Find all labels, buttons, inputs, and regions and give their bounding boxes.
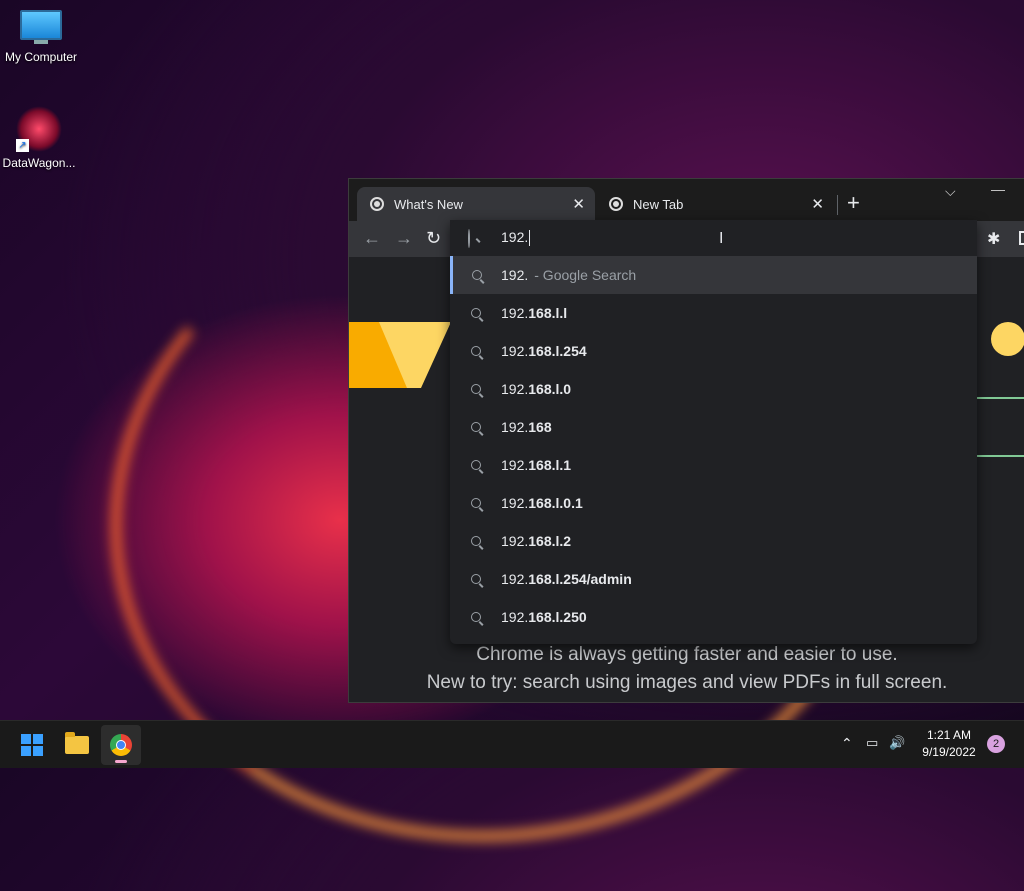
suggestion-text: 192.168.l.0 [501,381,572,397]
omnibox-suggestion[interactable]: 192.168.l.254 [450,332,977,370]
forward-button[interactable]: → [395,228,413,249]
search-icon [450,460,501,470]
search-icon [450,536,501,546]
search-icon [450,612,501,622]
chrome-favicon-icon [370,197,384,211]
taskbar: ⌃ ▭ 🔊 1:21 AM 9/19/2022 [0,720,1024,768]
tab-close-icon[interactable]: ✕ [811,195,824,213]
tray-overflow-chevron-icon[interactable]: ⌃ [841,735,853,752]
promo-illustration [349,322,451,388]
suggestion-text: 192.168.l.2 [501,533,572,549]
tab-title: What's New [394,196,463,212]
suggestion-text: 192.168.l.250 [501,609,587,625]
text-cursor-icon: I [719,230,724,247]
search-icon [453,270,501,280]
chrome-icon [110,734,132,756]
desktop-icon-label: DataWagon... [2,156,76,170]
minimize-button[interactable]: — [991,181,1005,197]
whats-new-text: Chrome is always getting faster and easi… [349,641,1024,697]
chrome-taskbar-button[interactable] [101,725,141,765]
clock-date: 9/19/2022 [922,745,976,759]
start-button[interactable] [12,725,52,765]
desktop-icon-datawagon[interactable]: ↗ DataWagon... [0,106,80,170]
promo-green-line [977,455,1024,457]
omnibox-suggestion[interactable]: 192.168.l.254/admin [450,560,977,598]
taskbar-clock[interactable]: 1:21 AM 9/19/2022 [916,727,982,761]
suggestion-text: 192.168 [501,419,552,435]
promo-line-1: Chrome is always getting faster and easi… [476,644,898,665]
omnibox-suggestion[interactable]: 192.168 [450,408,977,446]
suggestion-text: 192.168.l.l [501,305,568,321]
desktop-icon-my-computer[interactable]: My Computer [0,10,82,64]
tab-strip: What's New ✕ New Tab ✕ + ⌵ — [349,179,1024,221]
tab-whats-new[interactable]: What's New ✕ [357,187,595,221]
side-panel-icon[interactable] [1019,231,1024,245]
suggestion-hint: - Google Search [534,267,637,283]
omnibox-dropdown: 192. I 192. - Google Search 192.168.l.l 192… [450,220,977,644]
new-tab-button[interactable]: + [847,192,860,214]
omnibox-suggestion[interactable]: 192.168.l.1 [450,446,977,484]
notification-badge[interactable]: 2 [987,735,1005,753]
suggestion-text: 192.168.l.254/admin [501,571,632,587]
omnibox-suggestion[interactable]: 192. - Google Search [450,256,977,294]
search-icon [450,574,501,584]
suggestion-text: 192.168.l.254 [501,343,587,359]
suggestion-text: 192. [501,267,529,283]
tab-new-tab[interactable]: New Tab ✕ [596,187,834,221]
promo-green-line [977,397,1024,399]
datawagon-icon: ↗ [16,106,62,152]
suggestion-text: 192.168.l.0.1 [501,495,583,511]
address-input[interactable]: 192. [501,229,531,247]
search-icon [468,229,470,248]
tab-search-chevron-icon[interactable]: ⌵ [945,183,956,200]
omnibox-suggestion[interactable]: 192.168.l.0.1 [450,484,977,522]
desktop-icon-label: My Computer [4,50,78,64]
windows-logo-icon [21,734,43,756]
clock-time: 1:21 AM [926,728,972,742]
file-explorer-button[interactable] [57,725,97,765]
tab-title: New Tab [633,196,684,212]
monitor-icon [20,10,62,46]
omnibox-suggestion[interactable]: 192.168.l.2 [450,522,977,560]
search-icon [450,422,501,432]
omnibox-suggestion[interactable]: 192.168.l.0 [450,370,977,408]
volume-icon[interactable]: 🔊 [889,735,905,751]
search-icon [450,498,501,508]
promo-line-2: New to try: search using images and view… [426,672,948,693]
tab-separator [837,195,838,215]
reload-button[interactable]: ↻ [426,228,441,249]
search-icon [450,346,501,356]
network-icon[interactable]: ▭ [866,735,878,751]
active-app-indicator [115,760,127,763]
address-bar[interactable]: 192. I [450,220,977,256]
search-icon [450,384,501,394]
promo-yellow-circle [991,322,1024,356]
back-button[interactable]: ← [363,228,381,249]
tab-close-icon[interactable]: ✕ [572,195,585,213]
shortcut-arrow-icon: ↗ [16,139,29,152]
omnibox-suggestion[interactable]: 192.168.l.250 [450,598,977,636]
extensions-puzzle-icon[interactable]: ✱ [987,229,1000,249]
chrome-favicon-icon [609,197,623,211]
folder-icon [65,732,89,754]
omnibox-suggestion[interactable]: 192.168.l.l [450,294,977,332]
suggestion-text: 192.168.l.1 [501,457,572,473]
search-icon [450,308,501,318]
